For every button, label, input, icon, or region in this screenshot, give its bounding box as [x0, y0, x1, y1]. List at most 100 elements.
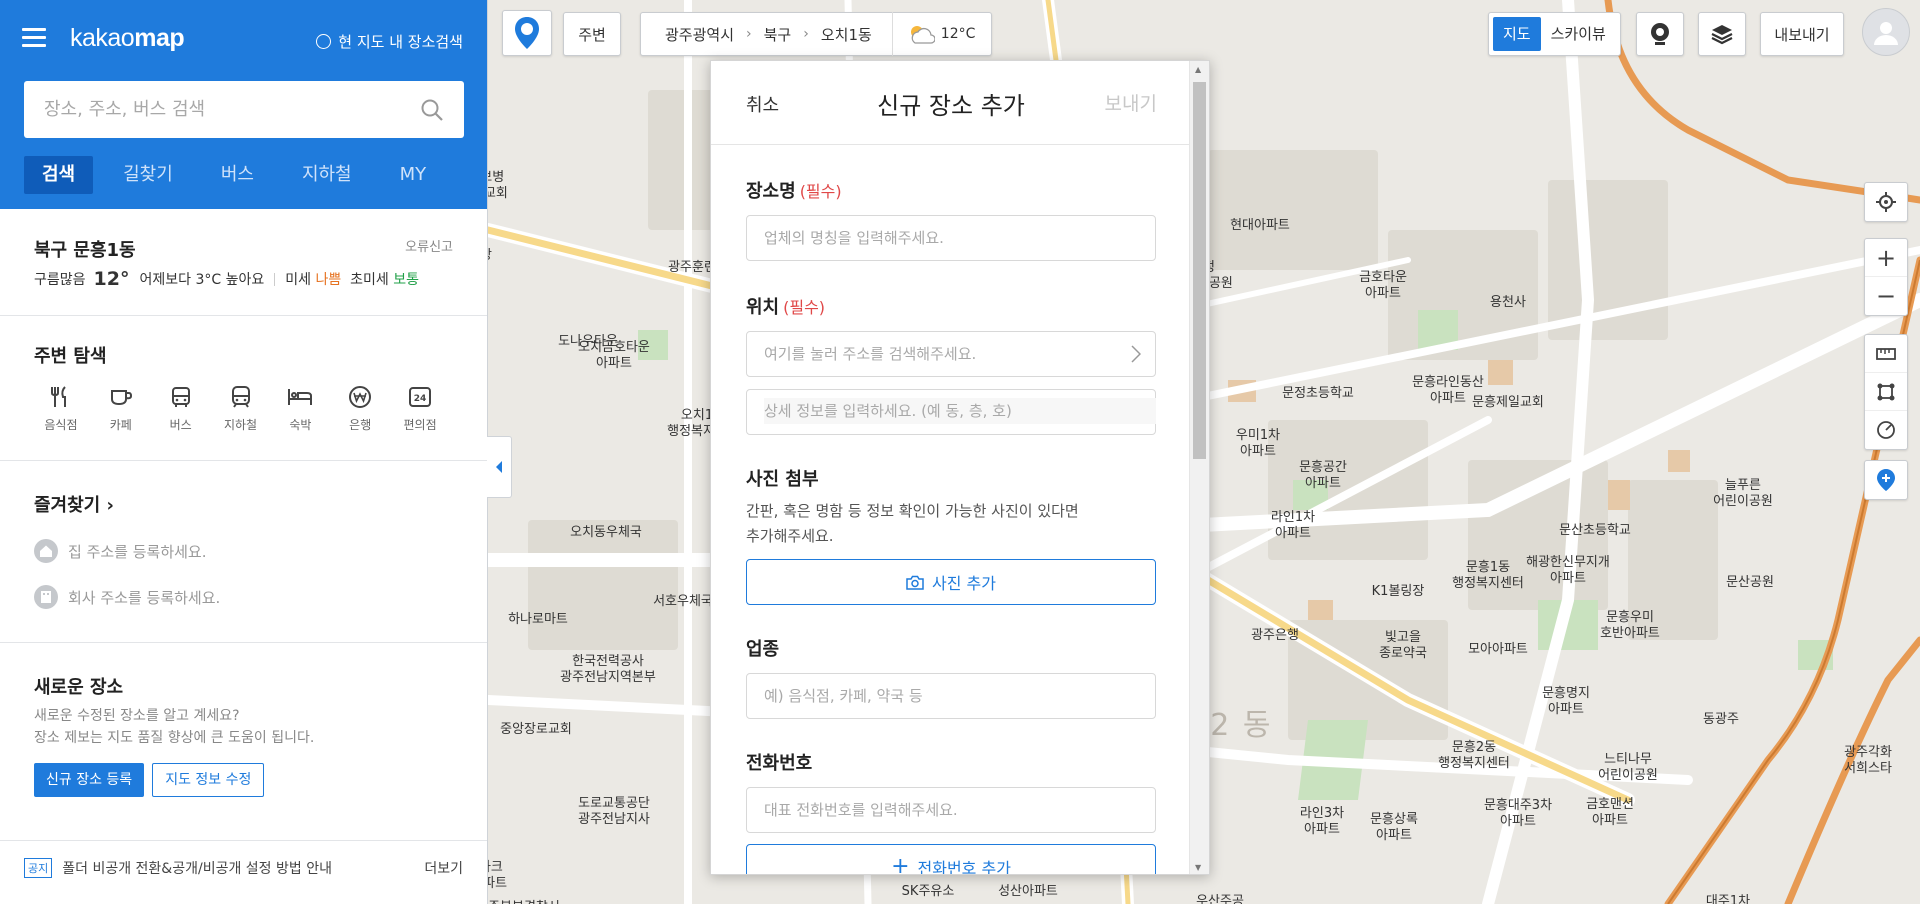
maptype-map-button[interactable]: 지도 — [1493, 17, 1541, 51]
zoom-out-button[interactable]: − — [1865, 277, 1907, 315]
notice-text[interactable]: 폴더 비공개 전환&공개/비공개 설정 방법 안내 — [62, 858, 332, 878]
nearby-cafe[interactable]: 카페 — [94, 382, 148, 433]
map-poi-label[interactable]: 문산초등학교 — [1559, 523, 1631, 539]
map-poi-label[interactable]: 제31보병단신앙교회 — [488, 170, 508, 202]
map-poi-label[interactable]: 문산공원 — [1726, 575, 1774, 591]
radius-button[interactable] — [1865, 411, 1907, 449]
map-poi-label[interactable]: 문흥제일교회 — [1472, 395, 1544, 411]
location-pin-button[interactable] — [502, 10, 552, 56]
modal-scrollbar[interactable]: ▲ ▼ — [1189, 61, 1209, 874]
nearby-bus[interactable]: 버스 — [154, 382, 208, 433]
nearby-restaurant[interactable]: 음식점 — [34, 382, 88, 433]
scroll-down-arrow-icon[interactable]: ▼ — [1195, 863, 1201, 872]
map-poi-label[interactable]: 동광주 — [1703, 712, 1739, 728]
breadcrumb-city[interactable]: 광주광역시 — [661, 24, 738, 45]
map-poi-label[interactable]: 현대아파트 — [1230, 218, 1290, 234]
map-poi-label[interactable]: 문정초등학교 — [1282, 386, 1354, 402]
area-button[interactable] — [1865, 373, 1907, 411]
sidebar-collapse-button[interactable] — [487, 436, 512, 498]
nearby-convenience-store[interactable]: 24 편의점 — [393, 382, 447, 433]
map-area-search-toggle[interactable]: 현 지도 내 장소검색 — [316, 31, 463, 52]
map-poi-label[interactable]: 오치금호타운 아파트 — [578, 340, 650, 372]
scrollbar-thumb[interactable] — [1193, 82, 1206, 459]
current-location-button[interactable] — [1865, 183, 1907, 221]
weather-chip[interactable]: 12°C — [891, 12, 992, 56]
breadcrumb-dong[interactable]: 오치1동 — [817, 24, 876, 45]
map-poi-label[interactable]: 느티나무 어린이공원 — [1598, 752, 1658, 784]
map-poi-label[interactable]: 광주북부경찰서(?) — [488, 900, 560, 904]
add-place-pin-button[interactable] — [1865, 461, 1907, 499]
zoom-in-button[interactable]: + — [1865, 239, 1907, 277]
error-report-link[interactable]: 오류신고 — [405, 236, 453, 255]
search-input[interactable] — [24, 81, 404, 138]
tab-subway[interactable]: 지하철 — [284, 156, 370, 194]
map-poi-label[interactable]: 문흥1동 행정복지센터 — [1452, 560, 1524, 592]
export-button[interactable]: 내보내기 — [1760, 12, 1844, 56]
address-detail-input[interactable] — [764, 398, 1156, 424]
map-poi-label[interactable]: 늘푸른 어린이공원 — [1713, 478, 1773, 510]
nearby-button[interactable]: 주변 — [563, 12, 621, 56]
map-poi-label[interactable]: 해광한신무지개 아파트 — [1526, 555, 1610, 587]
breadcrumb-district[interactable]: 북구 — [760, 24, 796, 45]
map-poi-label[interactable]: 중앙장로교회 — [500, 722, 572, 738]
map-poi-label[interactable]: 빛고을 종로약국 — [1379, 630, 1427, 662]
map-poi-label[interactable]: 문흥공간 아파트 — [1299, 460, 1347, 492]
map-poi-label[interactable]: K1볼링장 — [1372, 584, 1425, 600]
map-poi-label[interactable]: 모아아파트 — [1468, 642, 1528, 658]
nearby-subway[interactable]: 지하철 — [214, 382, 268, 433]
zoom-control: + − — [1864, 238, 1908, 316]
address-search-input[interactable] — [747, 332, 1155, 376]
map-poi-label[interactable]: 장상성당 — [488, 248, 492, 264]
map-poi-label[interactable]: 문흥2동 행정복지센터 — [1438, 740, 1510, 772]
map-poi-label[interactable]: 광주각화 서희스타 — [1844, 745, 1892, 777]
map-poi-label[interactable]: 금호타운 아파트 — [1359, 270, 1407, 302]
category-input[interactable] — [747, 674, 1155, 718]
tab-search[interactable]: 검색 — [24, 156, 94, 194]
map-poi-label[interactable]: 성산아파트 — [998, 884, 1058, 900]
phone-input[interactable] — [747, 788, 1155, 832]
search-icon[interactable] — [420, 98, 444, 122]
map-poi-label[interactable]: 도로교통공단 광주전남지사 — [578, 796, 650, 828]
edit-map-info-button[interactable]: 지도 정보 수정 — [152, 763, 265, 797]
roadview-button[interactable] — [1636, 12, 1684, 56]
menu-icon[interactable] — [22, 28, 46, 48]
map-poi-label[interactable]: 광주은행 — [1251, 628, 1299, 644]
map-poi-label[interactable]: 우미1차 아파트 — [1236, 428, 1280, 460]
map-poi-label[interactable]: 라인3차 아파트 — [1300, 806, 1344, 838]
notice-more-link[interactable]: 더보기 — [424, 858, 463, 878]
layers-button[interactable] — [1698, 12, 1746, 56]
map-poi-label[interactable]: 문흥명지 아파트 — [1542, 686, 1590, 718]
map-poi-label[interactable]: 문흥대주3차 아파트 — [1484, 798, 1552, 830]
map-poi-label[interactable]: 문흥상록 아파트 — [1370, 812, 1418, 844]
place-name-input[interactable] — [747, 216, 1155, 260]
register-work-address[interactable]: 회사 주소를 등록하세요. — [34, 585, 453, 609]
ruler-button[interactable] — [1865, 335, 1907, 373]
scroll-up-arrow-icon[interactable]: ▲ — [1195, 65, 1201, 74]
map-poi-label[interactable]: 우산주공아파트 — [1196, 894, 1244, 904]
add-photo-button[interactable]: 사진 추가 — [746, 559, 1156, 605]
map-poi-label[interactable]: 문흥우미 호반아파트 — [1600, 610, 1660, 642]
map-poi-label[interactable]: 서호우체국 — [653, 594, 713, 610]
map-poi-label[interactable]: 봉우창파크서4차아파트 — [488, 860, 507, 892]
add-phone-button[interactable]: + 전화번호 추가 — [746, 844, 1156, 874]
map-poi-label[interactable]: 한국전력공사 광주전남지역본부 — [560, 654, 656, 686]
map-poi-label[interactable]: 하나로마트 — [508, 612, 568, 628]
maptype-skyview-button[interactable]: 스카이뷰 — [1541, 17, 1616, 51]
map-poi-label[interactable]: 용천사 — [1490, 295, 1526, 311]
map-poi-label[interactable]: 라인1차 아파트 — [1271, 510, 1315, 542]
user-avatar[interactable] — [1862, 8, 1910, 56]
favorites-title[interactable]: 즐겨찾기 › — [34, 491, 453, 517]
nearby-lodging[interactable]: 숙박 — [273, 382, 327, 433]
nearby-bank[interactable]: 은행 — [333, 382, 387, 433]
kakaomap-logo[interactable]: kakaomap — [70, 24, 185, 53]
map-poi-label[interactable]: 대주1차 — [1706, 894, 1750, 904]
send-button[interactable]: 보내기 — [1105, 89, 1157, 116]
map-poi-label[interactable]: 오치동우체국 — [570, 525, 642, 541]
map-poi-label[interactable]: 금호맨션 아파트 — [1586, 797, 1634, 829]
tab-bus[interactable]: 버스 — [203, 156, 272, 194]
tab-my[interactable]: MY — [382, 156, 445, 194]
register-new-place-button[interactable]: 신규 장소 등록 — [34, 763, 145, 797]
tab-directions[interactable]: 길찾기 — [105, 156, 191, 194]
register-home-address[interactable]: 집 주소를 등록하세요. — [34, 539, 453, 563]
map-poi-label[interactable]: SK주유소 — [902, 884, 955, 900]
